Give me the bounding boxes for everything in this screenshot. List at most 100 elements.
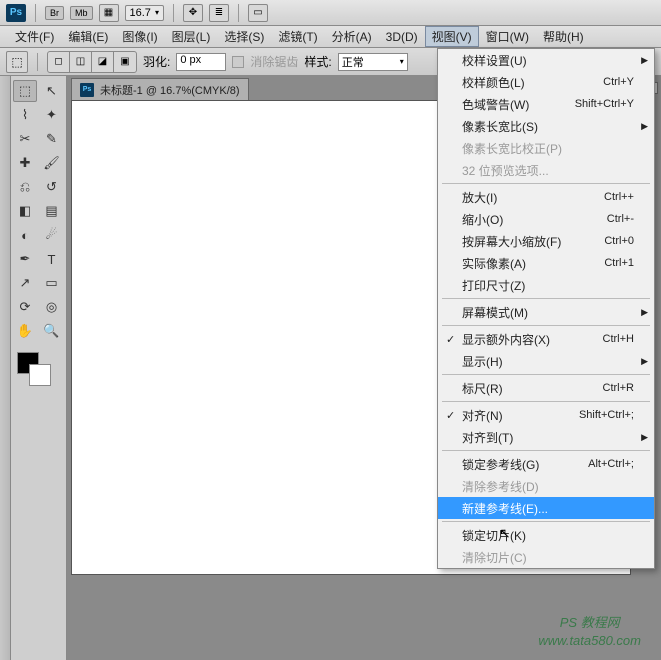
menu-item[interactable]: 锁定参考线(G) Alt+Ctrl+; [438,453,654,475]
document-tab[interactable]: Ps 未标题-1 @ 16.7%(CMYK/8) [71,78,249,100]
menu-edit[interactable]: 编辑(E) [61,26,115,47]
selection-intersect[interactable]: ▣ [114,52,136,72]
eraser-tool[interactable]: ◧ [13,200,37,222]
shortcut-label: Alt+Ctrl+; [588,458,634,470]
hand-tool-button[interactable]: ✥ [183,4,203,22]
type-tool[interactable]: T [40,248,64,270]
menu-item[interactable]: 色域警告(W)Shift+Ctrl+Y [438,93,654,115]
submenu-arrow-icon: ▶ [641,121,648,132]
menu-item-label: 实际像素(A) [462,255,526,272]
lasso-tool[interactable]: ⌇ [13,104,37,126]
bridge-button[interactable]: Br [45,6,64,20]
menu-item-label: 清除参考线(D) [462,478,539,495]
background-color[interactable] [29,364,51,386]
menu-window[interactable]: 窗口(W) [479,26,536,47]
tool-preset[interactable]: ⬚ [6,51,28,73]
menu-separator [442,450,650,451]
magic-wand-tool[interactable]: ✦ [40,104,64,126]
submenu-arrow-icon: ▶ [641,356,648,367]
zoom-tool[interactable]: 🔍 [40,320,64,342]
menu-help[interactable]: 帮助(H) [536,26,591,47]
menu-item-label: 缩小(O) [462,211,503,228]
menu-item[interactable]: 新建参考线(E)... [438,497,654,519]
separator [35,4,36,22]
stamp-tool[interactable]: ⎌ [13,176,37,198]
menu-item[interactable]: ✓显示额外内容(X)Ctrl+H [438,328,654,350]
menu-image[interactable]: 图像(I) [115,26,164,47]
selection-new[interactable]: ◻ [48,52,70,72]
menu-item-label: 放大(I) [462,189,497,206]
shortcut-label: Ctrl+0 [604,235,634,247]
selection-add[interactable]: ◫ [70,52,92,72]
menu-item[interactable]: 按屏幕大小缩放(F)Ctrl+0 [438,230,654,252]
menu-item-label: 像素长宽比校正(P) [462,140,562,157]
shape-tool[interactable]: ▭ [40,272,64,294]
menu-item[interactable]: 实际像素(A) Ctrl+1 [438,252,654,274]
menu-item-label: 清除切片(C) [462,549,527,566]
style-label: 样式: [304,53,331,70]
pen-tool[interactable]: ✒ [13,248,37,270]
3d-tool[interactable]: ⟳ [13,296,37,318]
antialias-checkbox [232,56,244,68]
menu-item[interactable]: ✓对齐(N)Shift+Ctrl+; [438,404,654,426]
menu-item[interactable]: 显示(H)▶ [438,350,654,372]
arrange-button[interactable]: ≣ [209,4,229,22]
antialias-label: 消除锯齿 [250,53,298,70]
menu-item[interactable]: 校样设置(U)▶ [438,49,654,71]
path-selection-tool[interactable]: ↗ [13,272,37,294]
style-select[interactable]: 正常 [338,53,408,71]
menu-separator [442,374,650,375]
screen-mode-button[interactable]: ▭ [248,4,268,22]
menu-item: 32 位预览选项... [438,159,654,181]
feather-input[interactable]: 0 px [176,53,226,71]
healing-brush-tool[interactable]: ✚ [13,152,37,174]
menu-separator [442,521,650,522]
menu-item[interactable]: 打印尺寸(Z) [438,274,654,296]
view-extras-button[interactable]: ▦ [99,4,119,22]
shortcut-label: Ctrl++ [604,191,634,203]
menu-filter[interactable]: 滤镜(T) [271,26,324,47]
menu-layer[interactable]: 图层(L) [165,26,218,47]
brush-tool[interactable]: 🖌 [40,152,64,174]
blur-tool[interactable]: ◐ [13,224,37,246]
menu-item-label: 锁定参考线(G) [462,456,539,473]
menu-item[interactable]: 缩小(O)Ctrl+- [438,208,654,230]
menu-item-label: 校样颜色(L) [462,74,525,91]
history-brush-tool[interactable]: ↺ [40,176,64,198]
menu-bar: 文件(F) 编辑(E) 图像(I) 图层(L) 选择(S) 滤镜(T) 分析(A… [0,26,661,48]
menu-item: 清除参考线(D) [438,475,654,497]
menu-item[interactable]: 标尺(R)Ctrl+R [438,377,654,399]
gradient-tool[interactable]: ▤ [40,200,64,222]
menu-item-label: 32 位预览选项... [462,162,549,179]
marquee-tool[interactable]: ⬚ [13,80,37,102]
menu-3d[interactable]: 3D(D) [379,28,425,46]
menu-item[interactable]: 对齐到(T)▶ [438,426,654,448]
dodge-tool[interactable]: ☄ [40,224,64,246]
menu-view[interactable]: 视图(V) [425,26,479,47]
selection-subtract[interactable]: ◪ [92,52,114,72]
menu-analysis[interactable]: 分析(A) [325,26,379,47]
menu-file[interactable]: 文件(F) [8,26,61,47]
panel-strip[interactable] [0,76,11,660]
shortcut-label: Ctrl+H [603,333,634,345]
move-tool[interactable]: ↖ [40,80,64,102]
hand-tool[interactable]: ✋ [13,320,37,342]
menu-item[interactable]: 校样颜色(L)Ctrl+Y [438,71,654,93]
toolbox: ⬚ ↖ ⌇ ✦ ✂ ✎ ✚ 🖌 ⎌ ↺ ◧ ▤ ◐ ☄ ✒ T ↗ ▭ ⟳ ◎ … [11,76,67,660]
menu-select[interactable]: 选择(S) [217,26,271,47]
separator [173,4,174,22]
minibridge-button[interactable]: Mb [70,6,93,20]
menu-item[interactable]: 锁定切片(K) [438,524,654,546]
menu-item[interactable]: 屏幕模式(M)▶ [438,301,654,323]
shortcut-label: Ctrl+1 [604,257,634,269]
submenu-arrow-icon: ▶ [641,55,648,66]
3d-camera-tool[interactable]: ◎ [40,296,64,318]
menu-item[interactable]: 放大(I) Ctrl++ [438,186,654,208]
menu-item[interactable]: 像素长宽比(S)▶ [438,115,654,137]
eyedropper-tool[interactable]: ✎ [40,128,64,150]
menu-separator [442,298,650,299]
zoom-select[interactable]: 16.7 [125,5,164,21]
color-swatches[interactable] [13,350,64,390]
crop-tool[interactable]: ✂ [13,128,37,150]
watermark: PS 教程网 www.tata580.com [538,614,641,650]
